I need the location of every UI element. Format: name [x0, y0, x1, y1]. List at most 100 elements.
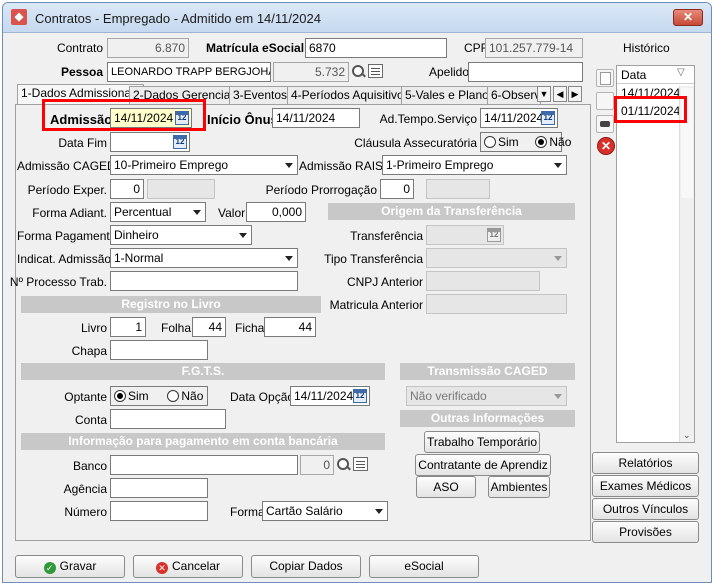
chevron-down-icon [554, 394, 562, 399]
inicio-onus-field[interactable]: 14/11/2024 [272, 108, 360, 128]
historico-column-data: Data [621, 68, 647, 82]
list-icon[interactable] [368, 64, 383, 78]
banco-field[interactable] [110, 455, 298, 475]
chapa-field[interactable] [110, 340, 208, 360]
ambientes-button[interactable]: Ambientes [488, 476, 550, 498]
cpf-field[interactable]: 101.257.779-14 [485, 38, 583, 58]
blank-icon[interactable] [596, 92, 614, 110]
calendar-icon[interactable]: 12 [353, 389, 367, 403]
livro-field[interactable]: 1 [110, 317, 146, 337]
gravar-button[interactable]: ✓ Gravar [15, 555, 125, 578]
outros-vinculos-button[interactable]: Outros Vínculos [592, 498, 699, 520]
clausula-label: Cláusula Assecuratória [354, 136, 477, 150]
livro-label: Livro [80, 321, 107, 335]
search-icon[interactable] [350, 63, 367, 80]
agencia-field[interactable] [110, 478, 208, 498]
chevron-down-icon [554, 163, 562, 168]
tab-eventos[interactable]: 3-Eventos [229, 86, 292, 105]
stack-icon[interactable] [596, 115, 614, 133]
copiar-dados-button[interactable]: Copiar Dados [251, 555, 361, 578]
numero-label: Número [64, 505, 107, 519]
cancel-icon: ✕ [155, 562, 168, 574]
processo-trab-label: Nº Processo Trab. [9, 275, 107, 289]
admissao-rais-label: Admissão RAIS [299, 159, 384, 173]
ad-tempo-field[interactable]: 14/11/2024 12 [480, 108, 558, 128]
calendar-icon[interactable]: 12 [173, 135, 187, 149]
optante-nao-radio[interactable] [167, 390, 180, 402]
forma-pagamento-select[interactable]: Dinheiro [110, 225, 252, 245]
pessoa-field[interactable]: LEONARDO TRAPP BERGJOHANN [107, 62, 271, 82]
pessoa-code-field[interactable]: 5.732 [273, 62, 349, 82]
clausula-nao-radio[interactable] [535, 136, 548, 148]
fgts-header: F.G.T.S. [21, 363, 385, 380]
forma-adiant-select[interactable]: Percentual [110, 202, 206, 222]
forma-select[interactable]: Cartão Salário [262, 501, 388, 521]
calendar-icon[interactable]: 12 [541, 111, 555, 125]
cancelar-button[interactable]: ✕ Cancelar [133, 555, 243, 578]
conta-field[interactable] [110, 409, 226, 429]
contrato-label: Contrato [56, 41, 103, 55]
tab-scroll-left-button[interactable]: ◀ [553, 86, 567, 102]
folha-field[interactable]: 44 [192, 317, 226, 337]
list-icon[interactable] [353, 457, 368, 471]
historico-scrollbar[interactable]: ⌄ [679, 86, 694, 442]
tab-periodos-aquisitivos[interactable]: 4-Períodos Aquisitivos [287, 86, 414, 105]
provisoes-button[interactable]: Provisões [592, 521, 699, 543]
periodo-exper-field[interactable]: 0 [110, 179, 144, 199]
historico-header[interactable]: Data ▽ [617, 66, 694, 84]
outras-informacoes-header: Outras Informações [400, 410, 575, 427]
data-opcao-field[interactable]: 14/11/2024 12 [290, 386, 370, 406]
aso-button[interactable]: ASO [416, 476, 476, 498]
data-fim-field[interactable]: 12 [110, 132, 190, 152]
contrato-field[interactable]: 6.870 [107, 38, 189, 58]
agencia-label: Agência [63, 482, 107, 496]
apelido-field[interactable] [468, 62, 583, 82]
numero-field[interactable] [110, 501, 208, 521]
optante-sim-radio[interactable] [114, 390, 126, 402]
edit-icon[interactable] [596, 69, 614, 87]
sort-icon: ▽ [677, 67, 685, 78]
periodo-prorrogacao-field[interactable]: 0 [380, 179, 414, 199]
calendar-icon: 12 [487, 228, 501, 242]
apelido-label: Apelido [429, 65, 470, 79]
delete-icon[interactable]: ✕ [597, 137, 615, 155]
tipo-transferencia-label: Tipo Transferência [324, 252, 423, 266]
exames-medicos-button[interactable]: Exames Médicos [592, 475, 699, 497]
processo-trab-field[interactable] [110, 271, 298, 291]
indicat-admissao-label: Indicat. Admissão [17, 252, 112, 266]
tab-dropdown-button[interactable]: ▼ [537, 86, 551, 102]
forma-pagamento-label: Forma Pagamento [17, 229, 117, 243]
matricula-esocial-field[interactable]: 6870 [305, 38, 447, 58]
clausula-radio-group: Sim Não [480, 132, 571, 152]
banco-code-field[interactable]: 0 [300, 455, 334, 475]
tab-observacoes[interactable]: 6-Observ [487, 86, 541, 105]
close-button[interactable]: ✕ [673, 9, 703, 26]
pessoa-label: Pessoa [60, 65, 103, 79]
esocial-button[interactable]: eSocial [369, 555, 479, 578]
valor-field[interactable]: 0,000 [246, 202, 306, 222]
folha-label: Folha [161, 321, 192, 335]
chevron-down-icon [554, 256, 562, 261]
chevron-down-icon[interactable]: ⌄ [683, 430, 691, 441]
matricula-esocial-label: Matrícula eSocial [206, 41, 305, 55]
ficha-field[interactable]: 44 [264, 317, 316, 337]
contratante-aprendiz-button[interactable]: Contratante de Aprendiz [415, 454, 551, 476]
ad-tempo-label: Ad.Tempo.Serviço [379, 112, 477, 126]
conta-bancaria-header: Informação para pagamento em conta bancá… [21, 433, 385, 450]
periodo-exper-label: Período Exper. [27, 183, 107, 197]
search-icon[interactable] [335, 456, 352, 473]
admissao-rais-select[interactable]: 1-Primeiro Emprego [382, 155, 567, 175]
check-icon: ✓ [43, 562, 56, 574]
transferencia-field: 12 [426, 225, 504, 245]
indicat-admissao-select[interactable]: 1-Normal [110, 248, 298, 268]
transmissao-caged-header: Transmissão CAGED [400, 363, 575, 380]
relatorios-button[interactable]: Relatórios [592, 452, 699, 474]
admissao-caged-select[interactable]: 10-Primeiro Emprego [110, 155, 298, 175]
clausula-sim-radio[interactable] [484, 136, 496, 148]
trabalho-temporario-button[interactable]: Trabalho Temporário [424, 431, 540, 453]
historico-label: Histórico [623, 41, 670, 55]
app-icon: ◆ [11, 9, 27, 25]
tab-vales-planos[interactable]: 5-Vales e Planos [401, 86, 499, 105]
tab-scroll-right-button[interactable]: ▶ [568, 86, 582, 102]
optante-label: Optante [64, 390, 107, 404]
